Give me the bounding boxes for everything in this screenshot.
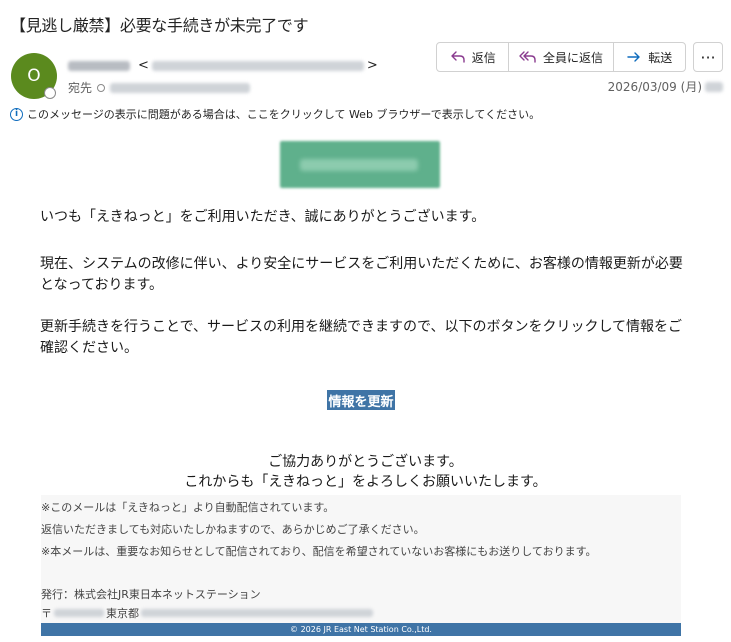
- footer-address: 〒 東京都: [41, 605, 373, 621]
- avatar-initial: O: [27, 66, 41, 86]
- update-info-button[interactable]: 情報を更新: [327, 390, 395, 410]
- sender-line[interactable]: < >: [68, 58, 378, 73]
- received-date: 2026/03/09 (月): [608, 78, 723, 95]
- time-redacted: [705, 81, 723, 92]
- more-icon: ···: [700, 47, 716, 67]
- forward-arrow-icon: [627, 52, 640, 62]
- instruction-paragraph: 更新手続きを行うことで、サービスの利用を継続できますので、以下のボタンをクリック…: [40, 319, 683, 356]
- infobar-text[interactable]: このメッセージの表示に問題がある場合は、ここをクリックして Web ブラウザーで…: [27, 106, 540, 122]
- footer-important-notice: ※本メールは、重要なお知らせとして配信されており、配信を希望されていないお客様に…: [41, 545, 597, 558]
- email-subject: 【見逃し厳禁】必要な手続きが未完了です: [10, 16, 309, 35]
- info-icon: i: [10, 107, 23, 121]
- presence-status-icon: [44, 87, 56, 99]
- notice-paragraph: 現在、システムの改修に伴い、より安全にサービスをご利用いただくために、お客様の情…: [40, 256, 683, 293]
- sender-bracket-open: <: [138, 58, 149, 73]
- copyright-bar: © 2026 JR East Net Station Co.,Ltd.: [41, 623, 681, 636]
- thanks-line-1: ご協力ありがとうございます。: [268, 454, 463, 470]
- reply-icon: [451, 51, 465, 63]
- postal-mark: 〒: [41, 607, 52, 620]
- forward-label: 転送: [648, 50, 673, 65]
- street-address-redacted: [141, 609, 373, 617]
- sender-address-redacted: [151, 60, 364, 71]
- thanks-line-2: これからも「えきねっと」をよろしくお願いいたします。: [184, 474, 547, 490]
- reply-all-icon: [519, 51, 536, 63]
- recipient-address-redacted[interactable]: [110, 82, 251, 93]
- reply-button[interactable]: 返信: [437, 43, 510, 71]
- to-label: 宛先: [68, 81, 93, 95]
- date-text: 2026/03/09 (月): [607, 80, 702, 94]
- brand-logo-text-redacted: [300, 159, 418, 171]
- forward-button[interactable]: 転送: [614, 43, 685, 71]
- postal-code-redacted: [54, 609, 104, 617]
- more-actions-button[interactable]: ···: [693, 42, 723, 72]
- browser-view-infobar[interactable]: i このメッセージの表示に問題がある場合は、ここをクリックして Web ブラウザ…: [10, 106, 540, 122]
- reply-label: 返信: [471, 50, 496, 65]
- footer-issuer: 発行：株式会社JR東日本ネットステーション: [41, 588, 261, 601]
- footer-auto-notice: ※このメールは「えきねっと」より自動配信されています。: [41, 501, 335, 514]
- sender-bracket-close: >: [366, 58, 378, 73]
- recipient-line: 宛先: [68, 79, 251, 96]
- greeting-text: いつも「えきねっと」をご利用いただき、誠にありがとうございます。: [40, 209, 486, 225]
- sender-name-redacted: [68, 60, 130, 71]
- recipient-status-icon: [97, 83, 106, 92]
- footer-no-reply: 返信いただきましても対応いたしかねますので、あらかじめご了承ください。: [41, 523, 425, 536]
- reply-all-label: 全員に返信: [542, 50, 603, 65]
- reply-all-button[interactable]: 全員に返信: [509, 43, 614, 71]
- prefecture-text: 東京都: [106, 607, 139, 620]
- message-actions-toolbar: 返信 全員に返信 転送: [436, 42, 686, 72]
- copyright-text: © 2026 JR East Net Station Co.,Ltd.: [290, 625, 432, 634]
